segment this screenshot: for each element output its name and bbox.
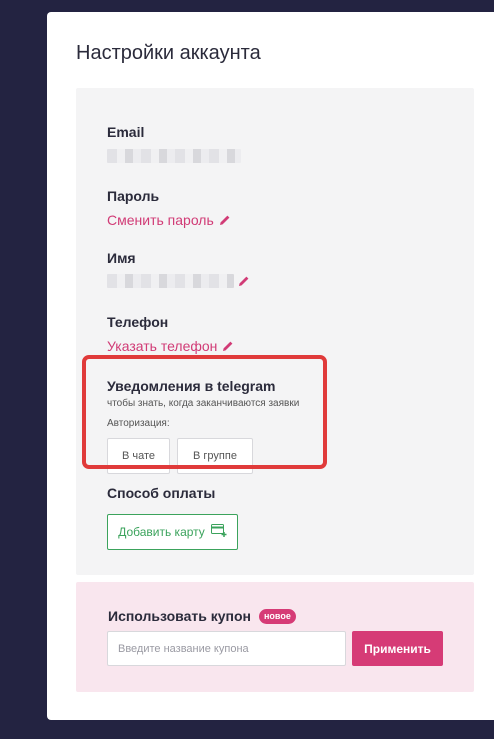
phone-label: Телефон [107,314,169,330]
name-value-row [107,274,250,288]
password-label: Пароль [107,188,160,204]
email-label: Email [107,124,145,140]
apply-coupon-button[interactable]: Применить [352,631,443,666]
coupon-panel: Использовать купон новое Применить [76,582,474,692]
add-card-button[interactable]: Добавить карту [107,514,238,550]
account-settings-card: Настройки аккаунта Email Пароль Сменить … [47,12,494,720]
email-value-redacted [107,149,241,163]
pencil-icon [222,340,234,352]
coupon-title-row: Использовать купон новое [108,608,296,624]
telegram-highlight-frame [82,355,327,469]
credit-card-plus-icon [210,524,227,540]
settings-panel: Email Пароль Сменить пароль Имя Телефон … [76,88,474,575]
set-phone-link[interactable]: Указать телефон [107,338,234,354]
name-label: Имя [107,250,136,266]
change-password-link[interactable]: Сменить пароль [107,212,231,228]
set-phone-label: Указать телефон [107,338,218,354]
edit-name-pencil-icon[interactable] [238,275,250,287]
new-badge: новое [259,608,296,624]
payment-label: Способ оплаты [107,485,216,501]
page-title: Настройки аккаунта [76,42,261,64]
pencil-icon [219,214,231,226]
coupon-input[interactable] [107,631,346,666]
name-value-redacted [107,274,234,288]
add-card-label: Добавить карту [118,525,205,539]
change-password-label: Сменить пароль [107,212,214,228]
coupon-title: Использовать купон [108,608,251,624]
